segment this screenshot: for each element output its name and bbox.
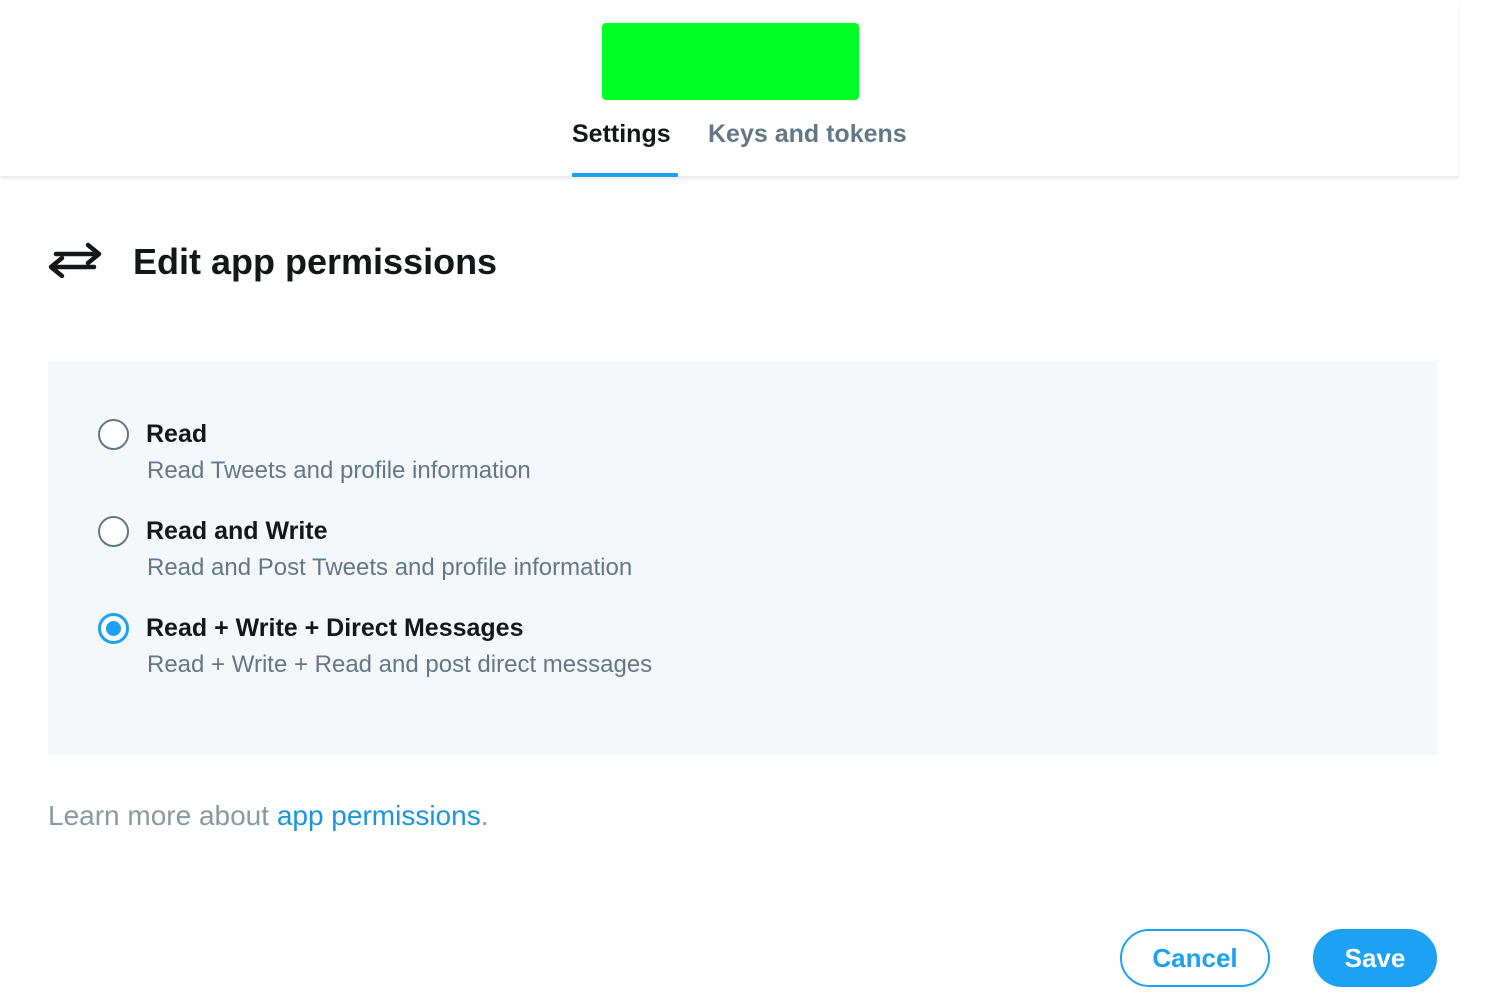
save-button[interactable]: Save bbox=[1313, 929, 1437, 987]
option-description: Read Tweets and profile information bbox=[147, 457, 531, 484]
permissions-panel: Read Read Tweets and profile information… bbox=[48, 361, 1437, 755]
app-logo bbox=[602, 23, 859, 100]
option-label: Read bbox=[146, 420, 208, 448]
learn-more-prefix: Learn more about bbox=[48, 800, 277, 831]
tab-settings[interactable]: Settings bbox=[572, 118, 678, 177]
page-title: Edit app permissions bbox=[133, 241, 498, 282]
option-description: Read + Write + Read and post direct mess… bbox=[147, 651, 653, 678]
radio-read[interactable] bbox=[98, 419, 129, 450]
tab-bar: Settings Keys and tokens bbox=[0, 118, 1458, 177]
tab-keys-and-tokens[interactable]: Keys and tokens bbox=[708, 118, 907, 177]
learn-more-suffix: . bbox=[480, 800, 489, 831]
radio-read-write-dm[interactable] bbox=[98, 613, 129, 644]
option-label: Read + Write + Direct Messages bbox=[146, 614, 524, 642]
app-permissions-link[interactable]: app permissions bbox=[277, 800, 481, 831]
swap-arrows-icon bbox=[48, 242, 102, 278]
learn-more-text: Learn more about app permissions. bbox=[48, 798, 488, 834]
cancel-button[interactable]: Cancel bbox=[1120, 929, 1270, 987]
app-header: Settings Keys and tokens bbox=[0, 0, 1458, 177]
radio-read-and-write[interactable] bbox=[98, 516, 129, 547]
option-description: Read and Post Tweets and profile informa… bbox=[147, 554, 633, 581]
option-label: Read and Write bbox=[146, 517, 328, 545]
